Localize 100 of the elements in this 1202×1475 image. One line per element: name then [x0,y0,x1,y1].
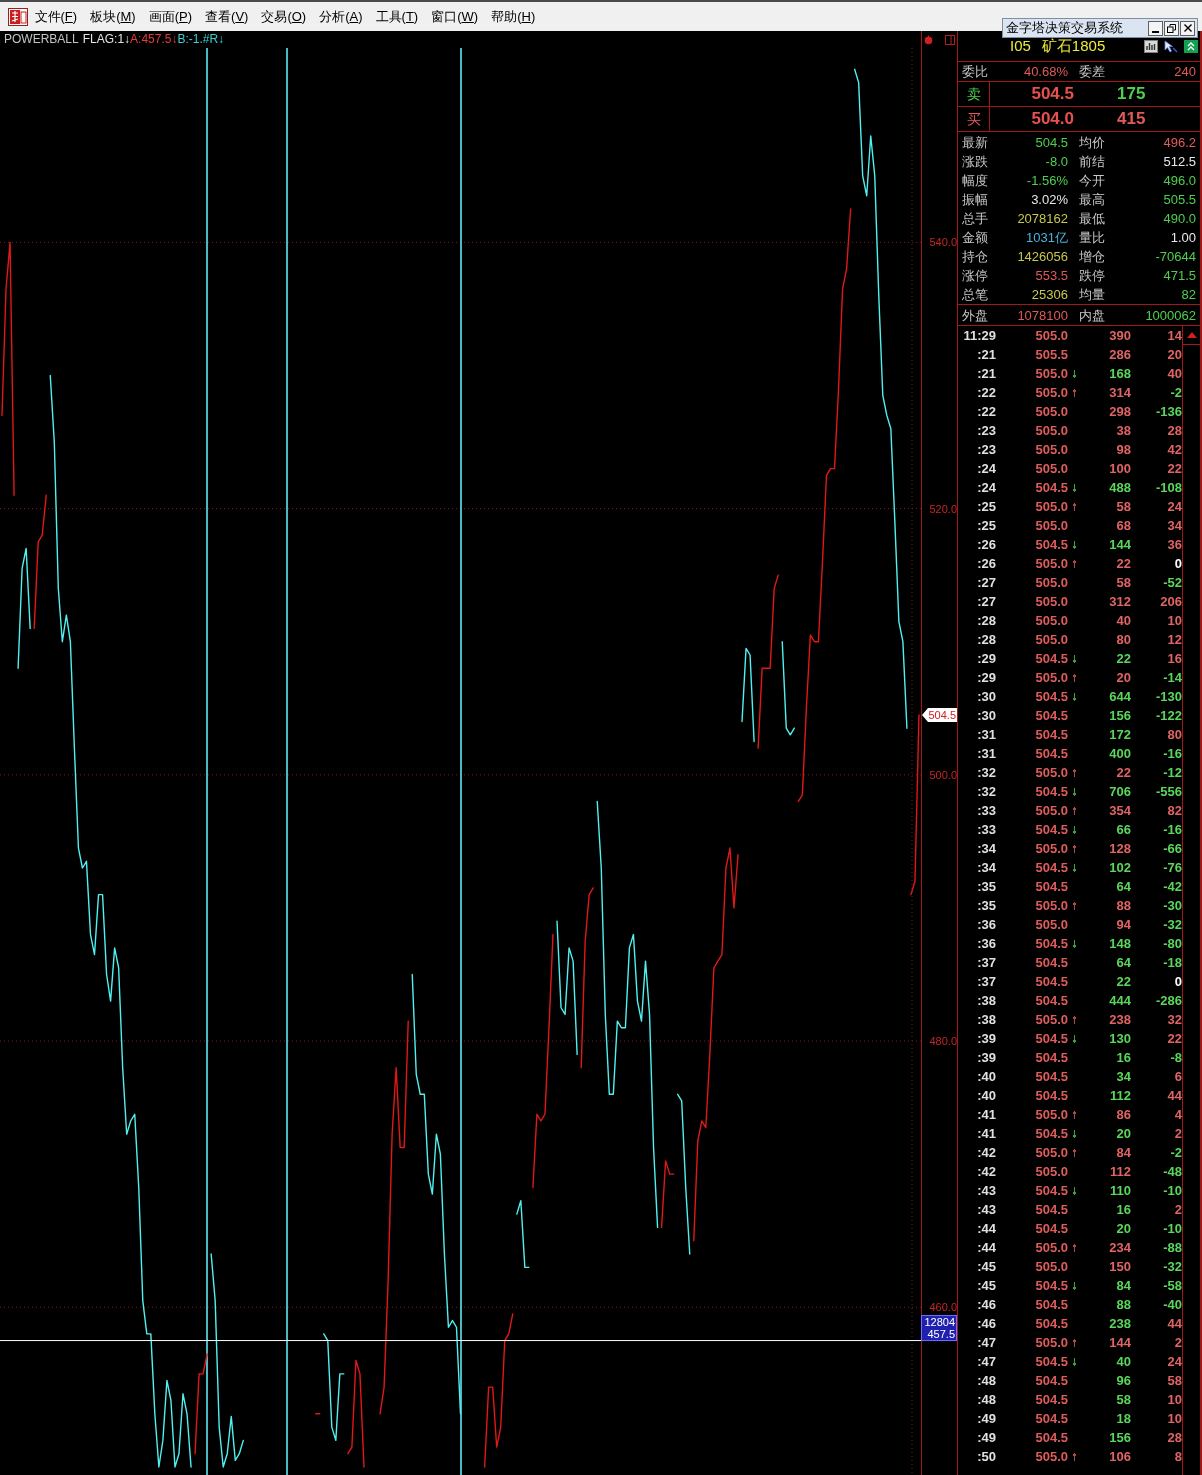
close-button[interactable] [1180,20,1195,36]
indicator-title: POWERBALL [4,31,79,48]
menu-item[interactable]: 交易(O) [254,6,313,27]
tick-change: -286 [1154,992,1182,1010]
tick-time: :49 [976,1429,996,1447]
stat-label: 涨停 [962,267,989,285]
indicator-value: B:-1.#R↓ [177,31,225,48]
tick-volume: 22 [1115,555,1131,573]
tick-volume: 234 [1108,1239,1131,1257]
tick-change: 6 [1173,1068,1182,1086]
tick-time: :25 [976,498,996,516]
tick-volume: 148 [1108,935,1131,953]
tick-time: :46 [976,1315,996,1333]
menu-item[interactable]: 画面(P) [142,6,199,27]
tick-price: 505.0 [1034,593,1068,611]
tick-change: -76 [1162,859,1182,877]
tick-time: :47 [976,1353,996,1371]
tick-change: -16 [1162,745,1182,763]
tick-volume: 88 [1115,897,1131,915]
tick-volume: 144 [1108,536,1131,554]
tick-change: 0 [1173,555,1182,573]
tick-volume: 94 [1115,916,1131,934]
tick-time: :38 [976,992,996,1010]
menu-item[interactable]: 分析(A) [312,6,370,27]
crosshair-index-label: 12804 [924,1316,955,1329]
tick-volume: 238 [1108,1011,1131,1029]
tick-change: 10 [1166,1410,1182,1428]
tick-change: 206 [1159,593,1182,611]
scrollbar[interactable] [1182,326,1200,1475]
tick-volume: 20 [1115,669,1131,687]
tick-price: 505.5 [1034,346,1068,364]
stat-value: 240 [1173,63,1196,81]
stat-label: 振幅 [962,191,989,209]
tick-time: :33 [976,802,996,820]
tick-change: 2 [1173,1334,1182,1352]
stat-value: 505.5 [1162,191,1196,209]
restore-button[interactable] [1164,20,1179,36]
tick-price: 505.0 [1034,1011,1068,1029]
tick-price: 505.0 [1034,1448,1068,1466]
menu-item[interactable]: 查看(V) [198,6,255,27]
tick-volume: 98 [1115,441,1131,459]
tick-price: 504.5 [1034,536,1068,554]
tick-volume: 150 [1108,1258,1131,1276]
square-icon[interactable] [945,34,955,45]
marker-icon[interactable] [924,34,933,45]
tick-change: 8 [1173,1448,1182,1466]
menu-item[interactable]: 帮助(H) [484,6,542,27]
stat-label: 幅度 [962,172,989,190]
tick-volume: 16 [1115,1201,1131,1219]
tick-volume: 18 [1115,1410,1131,1428]
menu-item[interactable]: 文件(F) [28,6,84,27]
cursor-icon[interactable] [1164,39,1178,53]
tick-volume: 354 [1108,802,1131,820]
tick-price: 505.0 [1034,555,1068,573]
stat-value: 25306 [1030,286,1068,304]
tick-time: :43 [976,1182,996,1200]
tick-price: 504.5 [1034,1182,1068,1200]
minimize-button[interactable] [1148,20,1163,36]
menu-item[interactable]: 板块(M) [83,6,143,27]
stat-value: 2078162 [1016,210,1068,228]
tick-time: :29 [976,650,996,668]
tick-change: 34 [1166,517,1182,535]
tick-volume: 106 [1108,1448,1131,1466]
menu-item[interactable]: 窗口(W) [424,6,485,27]
tick-volume: 144 [1108,1334,1131,1352]
tick-price: 504.5 [1034,992,1068,1010]
stat-label: 内盘 [1078,307,1106,325]
stat-label: 量比 [1078,229,1106,247]
stat-label: 均价 [1078,134,1106,152]
bar-chart-icon[interactable] [1144,39,1158,53]
tick-price: 504.5 [1034,1391,1068,1409]
tick-price: 504.5 [1034,1315,1068,1333]
tick-price: 505.0 [1034,1163,1068,1181]
tick-change: 10 [1166,612,1182,630]
tick-price: 504.5 [1034,479,1068,497]
close-icon [1183,24,1192,32]
up-chevrons-icon[interactable] [1184,39,1198,53]
menu-item[interactable]: 工具(T) [369,6,425,27]
tick-time: :48 [976,1372,996,1390]
tick-time: :32 [976,783,996,801]
tick-price: 504.5 [1034,1030,1068,1048]
tick-price: 505.0 [1034,574,1068,592]
tick-volume: 58 [1115,1391,1131,1409]
tick-price: 505.0 [1034,1334,1068,1352]
tick-change: 80 [1166,726,1182,744]
tick-volume: 238 [1108,1315,1131,1333]
tick-change: -122 [1154,707,1182,725]
tick-change: -58 [1162,1277,1182,1295]
stat-value: 1.00 [1169,229,1196,247]
stat-value: 1031亿 [1025,229,1068,247]
tick-volume: 110 [1109,1182,1131,1200]
tick-price: 504.5 [1034,954,1068,972]
tick-time: :26 [976,555,996,573]
stat-label: 跌停 [1078,267,1106,285]
tick-change: -12 [1162,764,1182,782]
crosshair-price-label: 457.5 [927,1328,955,1341]
stat-label: 均量 [1078,286,1106,304]
tick-price: 504.5 [1034,1087,1068,1105]
tick-volume: 298 [1108,403,1131,421]
tick-change: 42 [1166,441,1182,459]
